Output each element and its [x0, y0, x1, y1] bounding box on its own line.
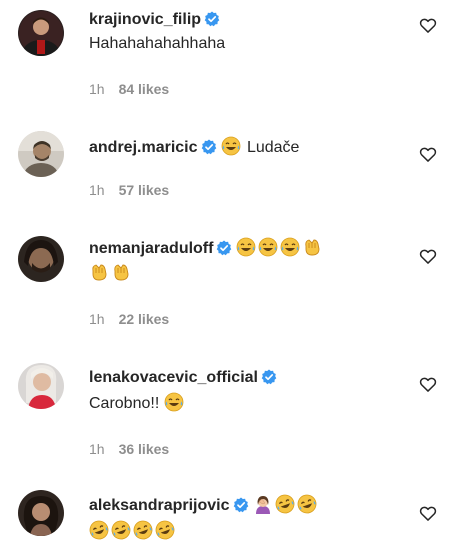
- face-with-tears-of-joy-icon: [164, 392, 184, 419]
- comment-meta: 1h 57 likes: [89, 181, 169, 199]
- avatar[interactable]: [18, 131, 64, 177]
- comment-meta: 1h 22 likes: [89, 310, 169, 328]
- username[interactable]: lenakovacevic_official: [89, 369, 258, 386]
- rolling-on-floor-laughing-icon: [155, 520, 175, 547]
- clapping-hands-icon: [111, 262, 131, 289]
- comment-line: lenakovacevic_official: [89, 367, 414, 392]
- face-with-tears-of-joy-icon: [280, 237, 300, 264]
- comment-text: Hahahahahahhaha: [89, 35, 226, 52]
- heart-outline-icon[interactable]: [418, 503, 438, 523]
- likes-count[interactable]: 84 likes: [119, 81, 170, 97]
- heart-outline-icon[interactable]: [418, 374, 438, 394]
- comment-text: Ludače: [246, 139, 300, 156]
- likes-count[interactable]: 22 likes: [119, 311, 170, 327]
- timestamp[interactable]: 1h: [89, 311, 105, 327]
- clapping-hands-icon: [89, 262, 109, 289]
- comment-meta: 1h 36 likes: [89, 440, 169, 458]
- rolling-on-floor-laughing-icon: [297, 494, 317, 521]
- comment-line-2: [89, 520, 177, 547]
- timestamp[interactable]: 1h: [89, 182, 105, 198]
- comment-text: Carobno!!: [89, 395, 160, 412]
- face-with-tears-of-joy-icon: [221, 136, 241, 163]
- likes-count[interactable]: 36 likes: [119, 441, 170, 457]
- avatar[interactable]: [18, 363, 64, 409]
- comment-line-2: [89, 262, 133, 289]
- heart-outline-icon[interactable]: [418, 144, 438, 164]
- avatar[interactable]: [18, 10, 64, 56]
- comment-line: andrej.maricic Ludače: [89, 136, 414, 163]
- likes-count[interactable]: 57 likes: [119, 182, 170, 198]
- avatar[interactable]: [18, 236, 64, 282]
- verified-badge-icon: [204, 11, 220, 34]
- verified-badge-icon: [216, 240, 232, 263]
- timestamp[interactable]: 1h: [89, 81, 105, 97]
- comment-line: krajinovic_filip: [89, 9, 414, 34]
- avatar[interactable]: [18, 490, 64, 536]
- username[interactable]: aleksandraprijovic: [89, 497, 230, 514]
- comment-line: aleksandraprijovic: [89, 494, 414, 521]
- face-with-tears-of-joy-icon: [236, 237, 256, 264]
- woman-facepalming-icon: [253, 494, 273, 521]
- timestamp[interactable]: 1h: [89, 441, 105, 457]
- rolling-on-floor-laughing-icon: [133, 520, 153, 547]
- username[interactable]: nemanjaraduloff: [89, 240, 213, 257]
- rolling-on-floor-laughing-icon: [111, 520, 131, 547]
- comment-line-2: Carobno!!: [89, 392, 186, 419]
- verified-badge-icon: [201, 139, 217, 162]
- verified-badge-icon: [261, 369, 277, 392]
- heart-outline-icon[interactable]: [418, 15, 438, 35]
- rolling-on-floor-laughing-icon: [275, 494, 295, 521]
- username[interactable]: krajinovic_filip: [89, 11, 201, 28]
- rolling-on-floor-laughing-icon: [89, 520, 109, 547]
- comment-line: nemanjaraduloff: [89, 237, 414, 264]
- username[interactable]: andrej.maricic: [89, 139, 198, 156]
- face-with-tears-of-joy-icon: [258, 237, 278, 264]
- verified-badge-icon: [233, 497, 249, 520]
- comment-meta: 1h 84 likes: [89, 80, 169, 98]
- clapping-hands-icon: [302, 237, 322, 264]
- heart-outline-icon[interactable]: [418, 246, 438, 266]
